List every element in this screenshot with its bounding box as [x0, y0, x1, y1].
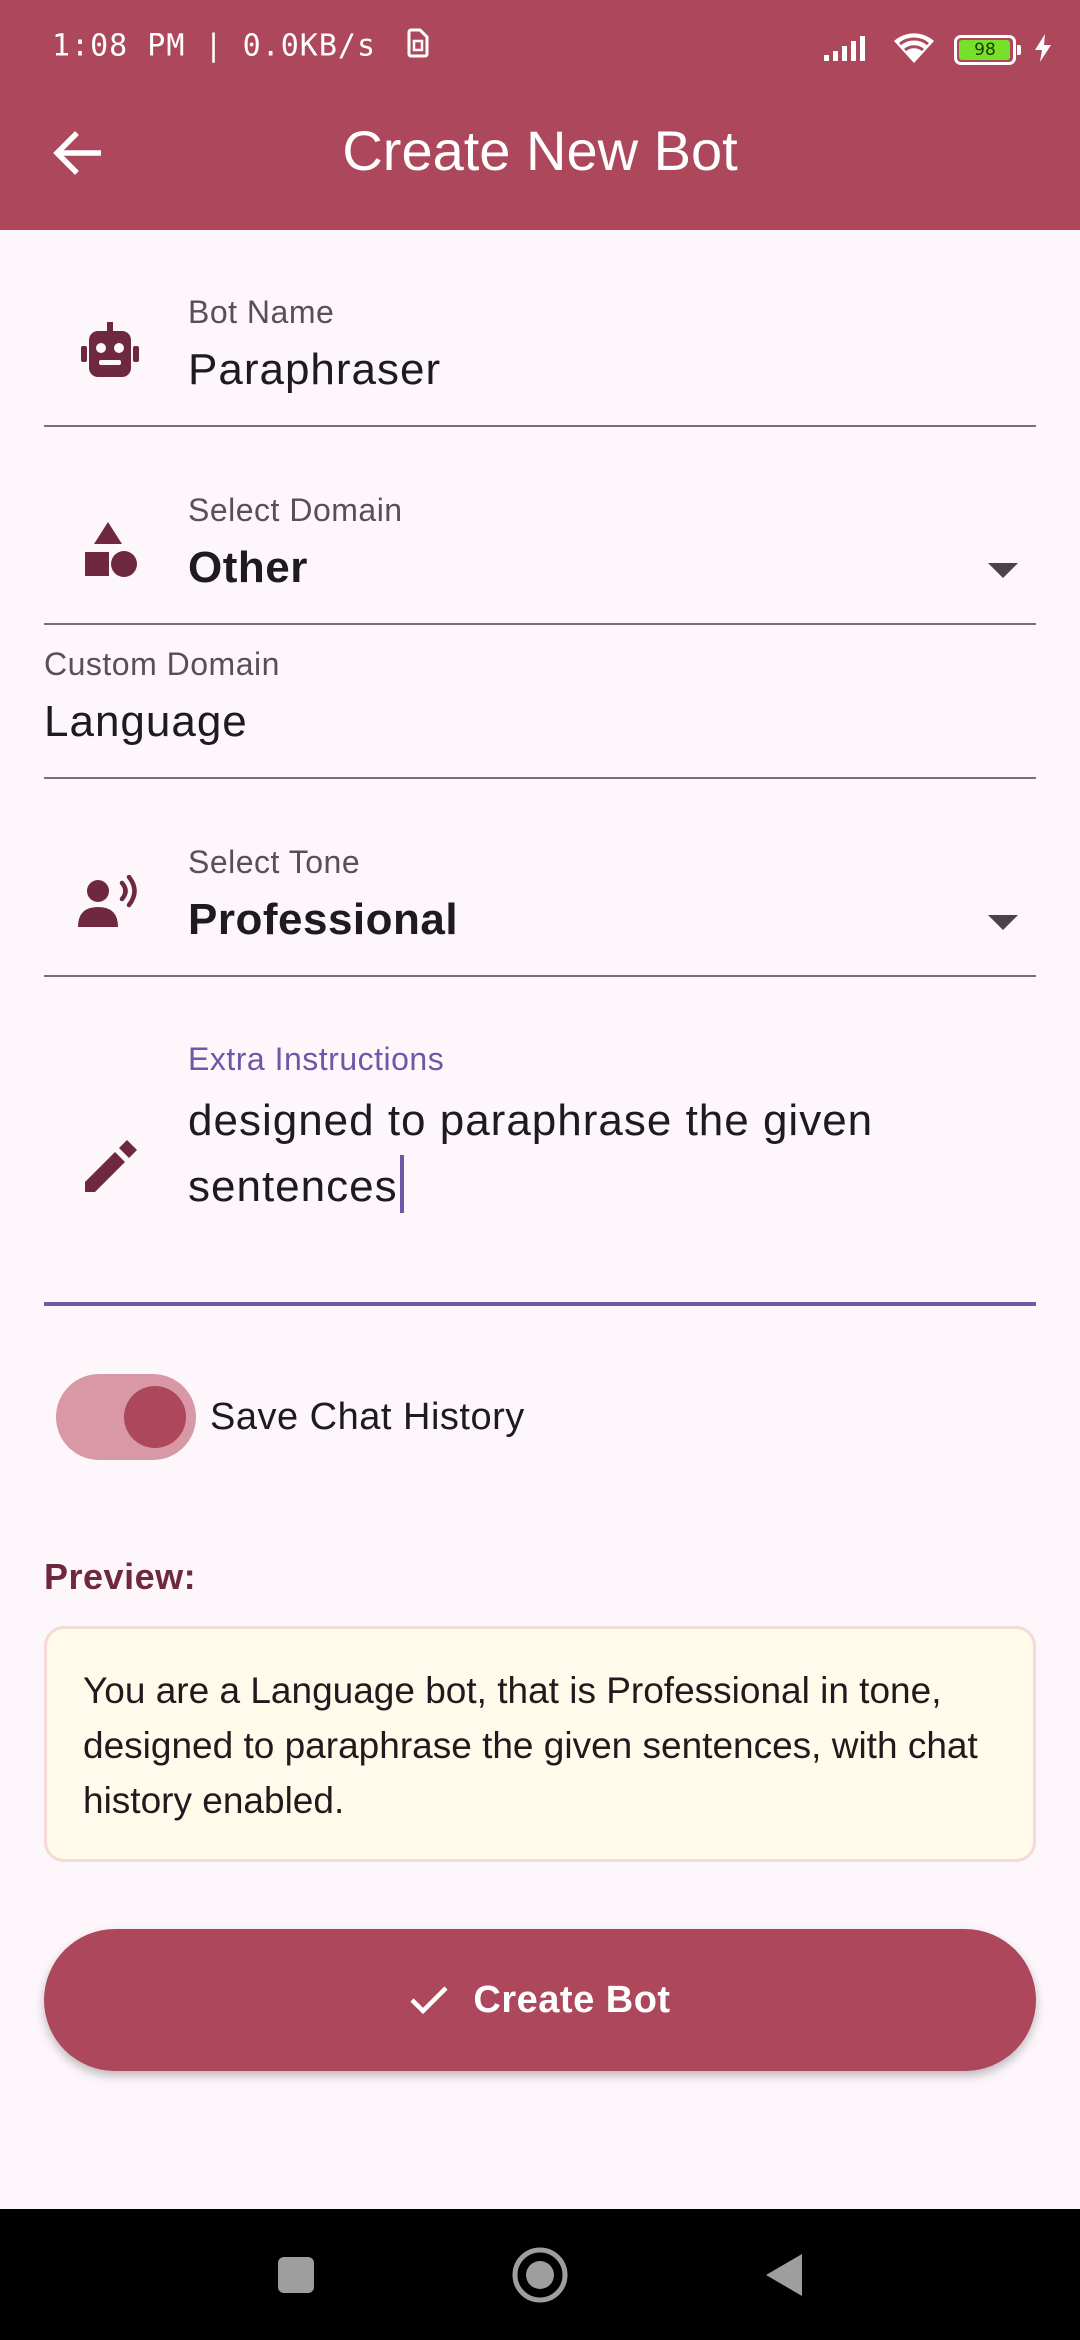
domain-value[interactable]: Other: [188, 543, 308, 593]
extra-instructions-text: designed to paraphrase the given sentenc…: [188, 1096, 874, 1211]
toggle-thumb: [124, 1386, 186, 1448]
preview-heading: Preview:: [44, 1556, 197, 1597]
category-shapes-icon: [75, 516, 145, 586]
custom-domain-underline: [44, 777, 1036, 779]
wifi-icon: [892, 31, 936, 70]
tone-label: Select Tone: [188, 844, 361, 880]
page-title: Create New Bot: [342, 119, 738, 182]
system-nav-bar: [0, 2209, 1080, 2340]
back-nav-button[interactable]: [724, 2209, 844, 2340]
record-voice-icon: [75, 868, 145, 938]
save-history-toggle[interactable]: [56, 1374, 196, 1460]
custom-domain-label: Custom Domain: [44, 646, 280, 682]
robot-icon: [75, 316, 145, 386]
charging-bolt-icon: [1034, 33, 1052, 67]
home-circle-icon: [512, 2247, 568, 2302]
bot-name-input[interactable]: Paraphraser: [188, 345, 441, 395]
check-icon: [410, 1986, 449, 2015]
preview-text: You are a Language bot, that is Professi…: [83, 1670, 978, 1821]
extra-instructions-input[interactable]: designed to paraphrase the given sentenc…: [188, 1088, 1028, 1220]
create-bot-button[interactable]: Create Bot: [44, 1929, 1036, 2071]
extra-instructions-label: Extra Instructions: [188, 1041, 445, 1077]
create-bot-label: Create Bot: [473, 1978, 671, 2021]
edit-pencil-icon: [75, 1132, 145, 1202]
bot-name-label: Bot Name: [188, 294, 335, 330]
recents-button[interactable]: [236, 2209, 356, 2340]
home-button[interactable]: [480, 2209, 600, 2340]
tone-value[interactable]: Professional: [188, 895, 458, 945]
custom-domain-input[interactable]: Language: [44, 697, 248, 747]
tone-underline: [44, 975, 1036, 977]
domain-label: Select Domain: [188, 492, 403, 528]
triangle-back-icon: [766, 2253, 802, 2296]
bot-name-underline: [44, 425, 1036, 427]
chevron-down-icon[interactable]: [986, 560, 1020, 580]
save-history-label: Save Chat History: [210, 1396, 525, 1438]
sim-icon: [407, 28, 429, 66]
extra-instructions-underline: [44, 1302, 1036, 1306]
preview-card: You are a Language bot, that is Professi…: [44, 1626, 1036, 1862]
app-header: 1:08 PM | 0.0KB/s 98 Create New Bot: [0, 0, 1080, 230]
square-icon: [278, 2256, 314, 2293]
text-cursor: [399, 1155, 404, 1213]
signal-icon: [824, 33, 874, 68]
domain-underline: [44, 623, 1036, 625]
status-bar-left: 1:08 PM | 0.0KB/s: [52, 28, 429, 66]
status-bar-right: 98: [824, 28, 1052, 72]
battery-icon: 98: [954, 35, 1021, 65]
battery-percent: 98: [974, 40, 996, 60]
status-time-speed: 1:08 PM | 0.0KB/s: [52, 28, 377, 64]
chevron-down-icon[interactable]: [986, 912, 1020, 932]
